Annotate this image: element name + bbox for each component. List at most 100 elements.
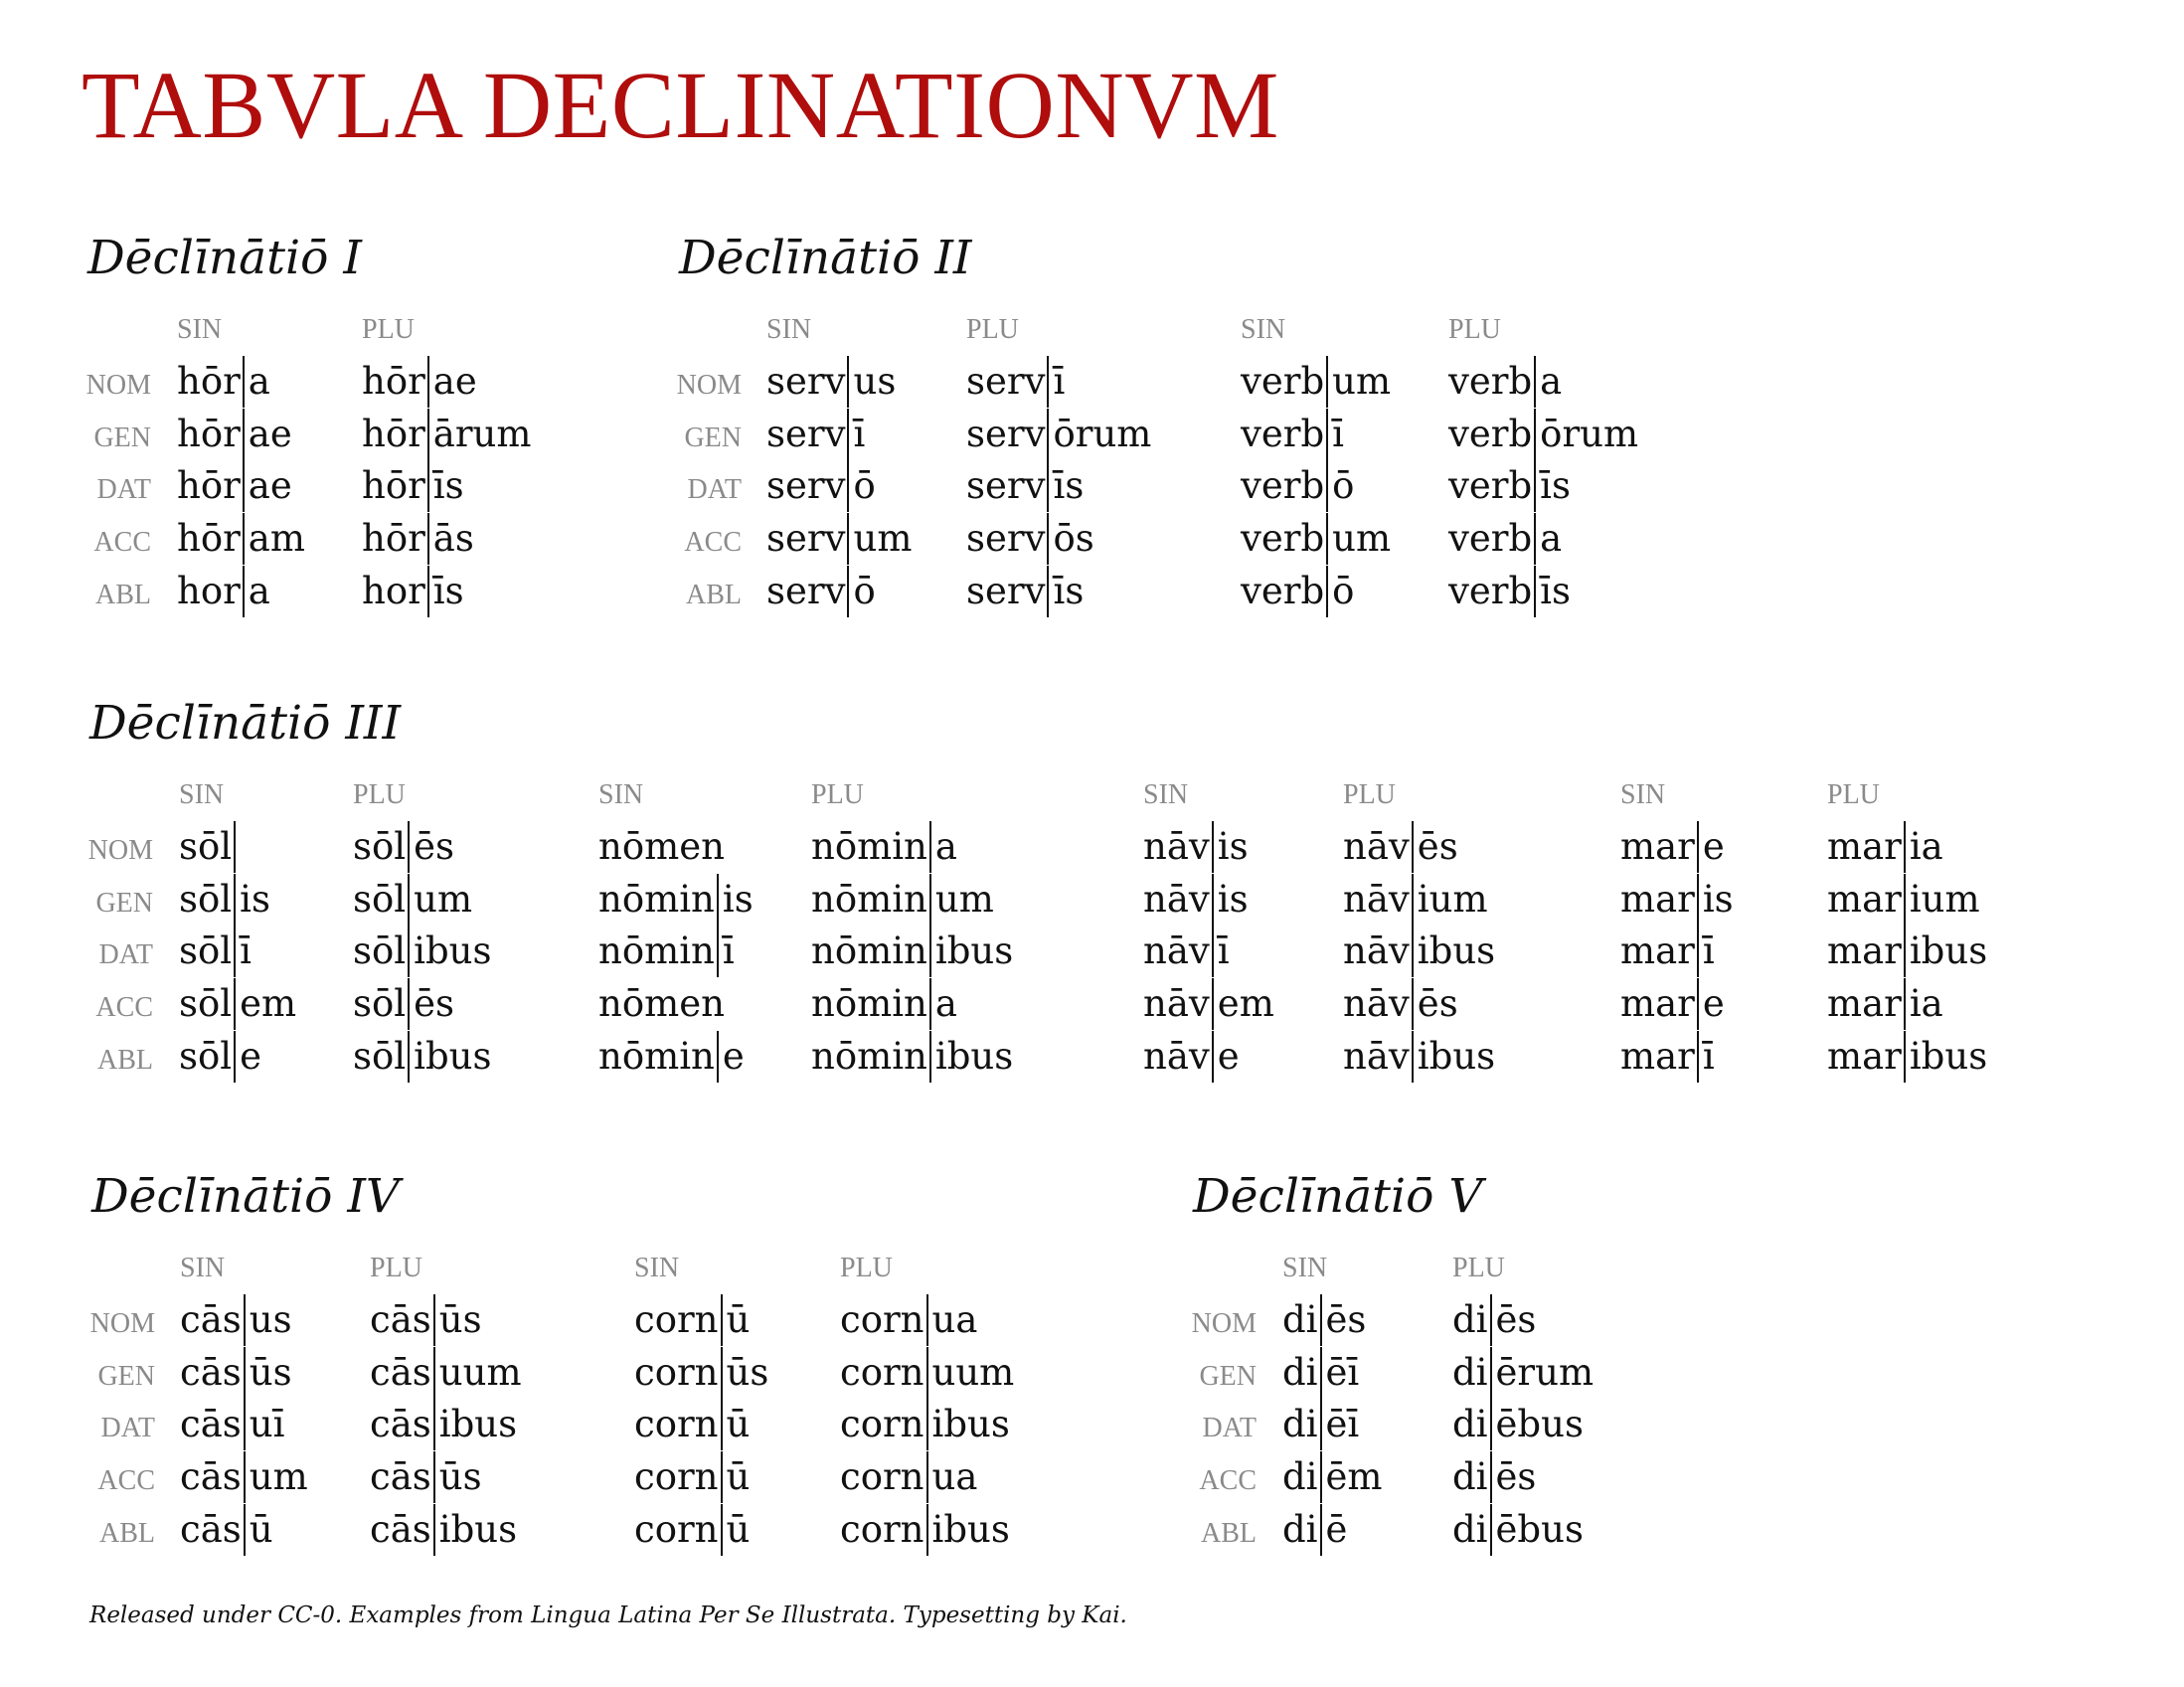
word-stem: cās bbox=[180, 1451, 246, 1504]
word-stem: serv bbox=[966, 513, 1050, 566]
declension-3-form: nāv ī bbox=[1143, 926, 1230, 978]
declension-3-form: sōl is bbox=[179, 873, 270, 926]
declension-2-form: verb a bbox=[1448, 513, 1562, 566]
word-ending: is bbox=[722, 877, 754, 921]
declension-5-case-acc: ACC bbox=[1199, 1465, 1257, 1497]
declension-3-form: nōmen bbox=[598, 978, 725, 1030]
word-stem: di bbox=[1282, 1451, 1322, 1504]
declension-3-form: mar ibus bbox=[1827, 1030, 1988, 1083]
declension-4-form: corn ūs bbox=[634, 1346, 768, 1399]
declension-1-form: hōr ae bbox=[362, 356, 477, 408]
word-stem: hōr bbox=[362, 460, 429, 513]
word-ending: ium bbox=[1417, 877, 1488, 921]
word-stem: nāv bbox=[1343, 978, 1414, 1031]
word-ending: ēī bbox=[1325, 1350, 1360, 1394]
word-ending: ibus bbox=[1909, 1034, 1988, 1078]
word-stem: serv bbox=[966, 356, 1050, 408]
declension-3-form: nāv is bbox=[1143, 821, 1249, 873]
declension-4-col-3-header: SIN bbox=[634, 1253, 680, 1283]
declension-3-form: nōmin um bbox=[811, 873, 994, 926]
declension-3-case-acc: ACC bbox=[95, 992, 153, 1024]
declension-3-form: nāv ibus bbox=[1343, 926, 1495, 978]
declension-4-form: corn ū bbox=[634, 1503, 750, 1556]
word-stem: nōmin bbox=[811, 1030, 931, 1083]
declension-3-form: nāv ēs bbox=[1343, 821, 1458, 873]
word-stem: mar bbox=[1620, 873, 1699, 926]
word-ending: ibus bbox=[1909, 929, 1988, 973]
word-ending: ī bbox=[240, 929, 252, 973]
word-stem: nāv bbox=[1343, 821, 1414, 873]
declension-1-form: hōr īs bbox=[362, 460, 464, 513]
word-form: nōmen bbox=[598, 982, 725, 1026]
word-ending: ium bbox=[1909, 877, 1980, 921]
declension-5-col-1-header: SIN bbox=[1282, 1253, 1328, 1283]
word-stem: nōmin bbox=[598, 926, 719, 978]
word-stem: verb bbox=[1241, 513, 1329, 566]
word-ending: ibus bbox=[931, 1403, 1010, 1446]
declension-3-form: nōmin ī bbox=[598, 926, 735, 978]
word-ending: e bbox=[1702, 825, 1725, 868]
declension-2-title: Dēclīnātiō II bbox=[679, 231, 972, 285]
word-stem: sōl bbox=[353, 821, 411, 873]
declension-3-form: mar ī bbox=[1620, 926, 1715, 978]
word-stem: nāv bbox=[1143, 873, 1214, 926]
word-ending: ēm bbox=[1325, 1455, 1383, 1499]
declension-5-form: di ēs bbox=[1452, 1294, 1536, 1346]
declension-2-col-3-header: SIN bbox=[1241, 314, 1286, 345]
word-ending: ū bbox=[726, 1403, 751, 1446]
word-stem: di bbox=[1282, 1503, 1322, 1556]
declension-4-form: corn ū bbox=[634, 1399, 751, 1451]
word-stem: serv bbox=[966, 565, 1050, 617]
declension-4-form: cās ūs bbox=[370, 1294, 482, 1346]
declension-2-form: serv īs bbox=[966, 460, 1084, 513]
word-ending: ibus bbox=[438, 1507, 518, 1551]
word-ending: ēbus bbox=[1495, 1403, 1584, 1446]
word-ending: ibus bbox=[1417, 1034, 1496, 1078]
declension-3-col-1-header: SIN bbox=[179, 779, 225, 810]
declension-3-form: sōl e bbox=[179, 1030, 262, 1083]
word-ending: ō bbox=[853, 569, 876, 612]
word-ending: em bbox=[1217, 982, 1274, 1026]
declension-3-col-7-header: SIN bbox=[1620, 779, 1666, 810]
word-stem: mar bbox=[1827, 873, 1906, 926]
declension-3-form: nōmin e bbox=[598, 1030, 745, 1083]
declension-3-form: mar ia bbox=[1827, 978, 1943, 1031]
word-stem: sōl bbox=[353, 873, 411, 926]
declension-5-form: di ēbus bbox=[1452, 1399, 1584, 1451]
word-stem: di bbox=[1452, 1503, 1492, 1556]
word-stem: corn bbox=[634, 1503, 723, 1556]
word-ending: us bbox=[249, 1298, 292, 1341]
declension-4-title: Dēclīnātiō IV bbox=[91, 1169, 400, 1224]
word-ending: is bbox=[1217, 825, 1249, 868]
declension-3-title: Dēclīnātiō III bbox=[89, 696, 402, 751]
declension-5-form: di ēs bbox=[1282, 1294, 1366, 1346]
declension-1-form: hōr ās bbox=[362, 513, 474, 566]
word-stem: di bbox=[1452, 1346, 1492, 1399]
word-stem: hōr bbox=[362, 408, 429, 460]
word-ending: ua bbox=[931, 1298, 978, 1341]
word-stem: nōmin bbox=[811, 926, 931, 978]
word-stem: nāv bbox=[1143, 821, 1214, 873]
word-ending: is bbox=[1702, 877, 1734, 921]
word-ending: a bbox=[934, 825, 957, 868]
word-ending: e bbox=[240, 1034, 262, 1078]
declension-2-col-4-header: PLU bbox=[1448, 314, 1501, 345]
word-ending: ī bbox=[1702, 1034, 1715, 1078]
declension-2-case-acc: ACC bbox=[684, 527, 742, 559]
word-ending: ōrum bbox=[1540, 412, 1639, 455]
word-ending: īs bbox=[1540, 464, 1571, 508]
word-ending: ia bbox=[1909, 825, 1943, 868]
declension-1-case-gen: GEN bbox=[93, 422, 151, 453]
word-stem: nōmin bbox=[598, 873, 719, 926]
declension-3-col-4-header: PLU bbox=[811, 779, 864, 810]
word-ending: ibus bbox=[438, 1403, 518, 1446]
word-stem: verb bbox=[1241, 565, 1329, 617]
word-ending: ī bbox=[1332, 412, 1345, 455]
word-stem: nōmin bbox=[811, 978, 931, 1031]
declension-2-form: verb um bbox=[1241, 513, 1391, 566]
word-stem: cās bbox=[180, 1346, 246, 1399]
word-stem: verb bbox=[1241, 408, 1329, 460]
word-stem: mar bbox=[1827, 1030, 1906, 1083]
declension-2-case-gen: GEN bbox=[684, 422, 742, 453]
word-ending: ī bbox=[722, 929, 735, 973]
